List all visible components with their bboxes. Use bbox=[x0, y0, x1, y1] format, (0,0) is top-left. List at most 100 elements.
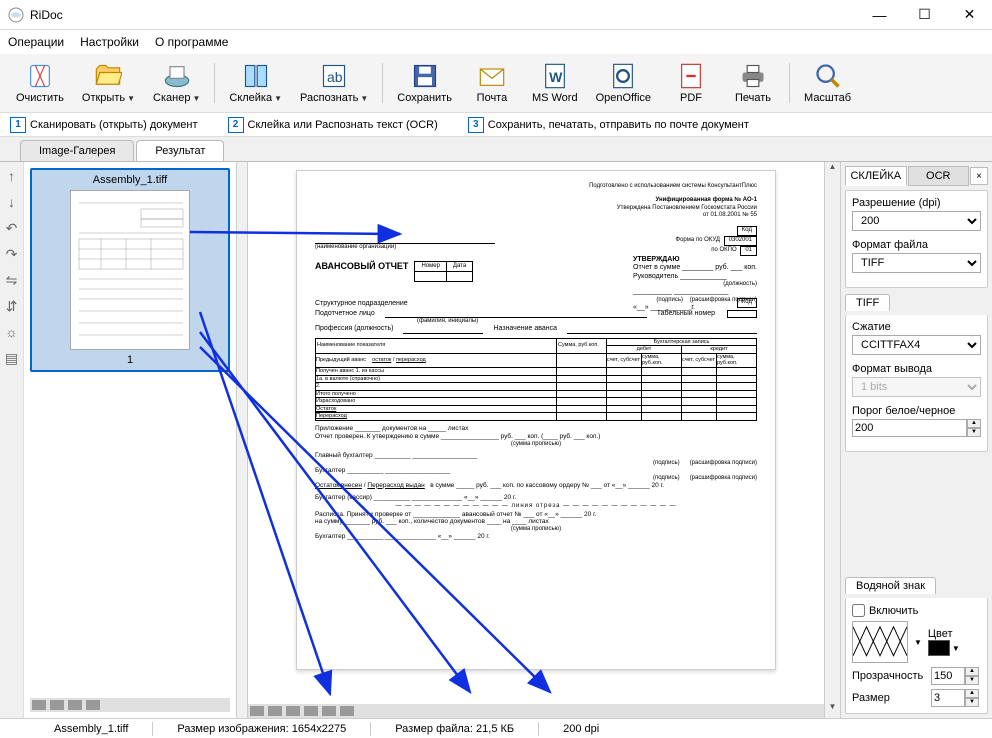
compression-select[interactable]: CCITTFAX4 bbox=[852, 335, 981, 355]
rotate-left-icon[interactable]: ↶ bbox=[4, 220, 20, 236]
document-page[interactable]: Подготовлено с использованием системы Ко… bbox=[296, 170, 776, 670]
word-icon: W bbox=[541, 62, 569, 90]
menu-about[interactable]: О программе bbox=[155, 35, 228, 49]
rotate-right-icon[interactable]: ↷ bbox=[4, 246, 20, 262]
status-filesize: 21,5 КБ bbox=[476, 723, 514, 735]
main-tabs: Image-Галерея Результат bbox=[0, 137, 992, 161]
thumbnail-card[interactable]: Assembly_1.tiff bbox=[30, 168, 230, 372]
tb-pdf[interactable]: PDF bbox=[661, 58, 721, 108]
chevron-down-icon: ▼ bbox=[360, 94, 368, 103]
resolution-select[interactable]: 200 bbox=[852, 211, 981, 231]
status-bar: Assembly_1.tiff Размер изображения: 1654… bbox=[0, 718, 992, 738]
tb-clear[interactable]: Очистить bbox=[8, 58, 72, 108]
status-dims: 1654х2275 bbox=[292, 723, 346, 735]
tiff-tab[interactable]: TIFF bbox=[845, 294, 890, 311]
openoffice-icon bbox=[609, 62, 637, 90]
layers-icon[interactable]: ▤ bbox=[4, 350, 20, 366]
step-2-text: Склейка или Распознать текст (OCR) bbox=[248, 119, 438, 131]
thumb-number: 1 bbox=[34, 352, 226, 368]
chevron-down-icon: ▼ bbox=[274, 94, 282, 103]
step-1-num: 1 bbox=[10, 117, 26, 133]
format-label: Формат файла bbox=[852, 239, 981, 251]
svg-text:W: W bbox=[549, 69, 563, 85]
close-button[interactable]: ✕ bbox=[947, 0, 992, 30]
wm-color-swatch[interactable] bbox=[928, 640, 950, 656]
watermark-tab[interactable]: Водяной знак bbox=[845, 577, 936, 594]
step-bar: 1 Сканировать (открыть) документ 2 Склейка… bbox=[0, 113, 992, 137]
recognize-icon: ab bbox=[320, 62, 348, 90]
chevron-down-icon[interactable]: ▼ bbox=[914, 638, 922, 647]
step-3-text: Сохранить, печатать, отправить по почте … bbox=[488, 119, 749, 131]
menu-operations[interactable]: Операции bbox=[8, 35, 64, 49]
tab-gallery[interactable]: Image-Галерея bbox=[20, 140, 134, 161]
thumbnail-column: Assembly_1.tiff bbox=[24, 162, 236, 718]
maximize-button[interactable]: ☐ bbox=[902, 0, 947, 30]
chevron-down-icon[interactable]: ▼ bbox=[952, 644, 960, 653]
thumb-footer bbox=[30, 698, 230, 712]
tb-save[interactable]: Сохранить bbox=[389, 58, 460, 108]
arrow-down-icon[interactable]: ↓ bbox=[4, 194, 20, 210]
chevron-down-icon: ▼ bbox=[127, 94, 135, 103]
flip-h-icon[interactable]: ⇋ bbox=[4, 272, 20, 288]
tb-openoffice[interactable]: OpenOffice bbox=[588, 58, 659, 108]
wm-preview[interactable] bbox=[852, 621, 908, 663]
threshold-up[interactable]: ▲ bbox=[967, 419, 981, 428]
tb-zoom[interactable]: Масштаб bbox=[796, 58, 859, 108]
stitch-icon bbox=[242, 62, 270, 90]
doc-scrollbar[interactable]: ▲ ▼ bbox=[824, 162, 840, 718]
threshold-input[interactable] bbox=[852, 419, 967, 437]
chevron-down-icon: ▼ bbox=[192, 94, 200, 103]
wm-size-input[interactable] bbox=[931, 689, 965, 707]
status-dpi: 200 dpi bbox=[563, 723, 599, 735]
app-icon bbox=[8, 7, 24, 23]
compression-label: Сжатие bbox=[852, 321, 981, 333]
clear-icon bbox=[26, 62, 54, 90]
mail-icon bbox=[478, 62, 506, 90]
tb-stitch[interactable]: Склейка ▼ bbox=[221, 58, 290, 108]
tb-scanner[interactable]: Сканер ▼ bbox=[145, 58, 208, 108]
step-2-num: 2 bbox=[228, 117, 244, 133]
tab-result[interactable]: Результат bbox=[136, 140, 224, 161]
doc-footer bbox=[248, 704, 824, 718]
tb-word[interactable]: W MS Word bbox=[524, 58, 586, 108]
step-1-text: Сканировать (открыть) документ bbox=[30, 119, 198, 131]
print-icon bbox=[739, 62, 767, 90]
open-icon bbox=[94, 62, 122, 90]
pdf-icon bbox=[677, 62, 705, 90]
panel-tab-stitch[interactable]: СКЛЕЙКА bbox=[845, 166, 907, 186]
threshold-down[interactable]: ▼ bbox=[967, 428, 981, 437]
status-file: Assembly_1.tiff bbox=[54, 723, 128, 735]
wm-enable-checkbox[interactable] bbox=[852, 604, 865, 617]
brightness-icon[interactable]: ☼ bbox=[4, 324, 20, 340]
scanner-icon bbox=[163, 62, 191, 90]
thumb-image bbox=[70, 190, 190, 350]
wm-opacity-input[interactable] bbox=[931, 667, 965, 685]
app-title: RiDoc bbox=[30, 8, 63, 22]
output-select: 1 bits bbox=[852, 377, 981, 397]
right-panel: СКЛЕЙКА OCR × Разрешение (dpi) 200 Форма… bbox=[840, 162, 992, 718]
flip-v-icon[interactable]: ⇵ bbox=[4, 298, 20, 314]
tb-print[interactable]: Печать bbox=[723, 58, 783, 108]
threshold-label: Порог белое/черное bbox=[852, 405, 981, 417]
toolbar: Очистить Открыть ▼ Сканер ▼ Склейка ▼ ab… bbox=[0, 54, 992, 113]
svg-text:ab: ab bbox=[327, 69, 343, 85]
panel-close-button[interactable]: × bbox=[970, 167, 988, 185]
output-label: Формат вывода bbox=[852, 363, 981, 375]
side-toolbar: ↑ ↓ ↶ ↷ ⇋ ⇵ ☼ ▤ bbox=[0, 162, 24, 718]
tb-open[interactable]: Открыть ▼ bbox=[74, 58, 143, 108]
thumb-filename: Assembly_1.tiff bbox=[34, 172, 226, 188]
format-select[interactable]: TIFF bbox=[852, 253, 981, 273]
tb-recognize[interactable]: ab Распознать ▼ bbox=[292, 58, 376, 108]
panel-tab-ocr[interactable]: OCR bbox=[908, 166, 970, 186]
resolution-label: Разрешение (dpi) bbox=[852, 197, 981, 209]
zoom-icon bbox=[814, 62, 842, 90]
arrow-up-icon[interactable]: ↑ bbox=[4, 168, 20, 184]
menu-settings[interactable]: Настройки bbox=[80, 35, 139, 49]
step-3-num: 3 bbox=[468, 117, 484, 133]
save-icon bbox=[411, 62, 439, 90]
menubar: Операции Настройки О программе bbox=[0, 30, 992, 54]
minimize-button[interactable]: — bbox=[857, 0, 902, 30]
document-view: Подготовлено с использованием системы Ко… bbox=[248, 162, 824, 718]
tb-mail[interactable]: Почта bbox=[462, 58, 522, 108]
splitter[interactable] bbox=[236, 162, 248, 718]
